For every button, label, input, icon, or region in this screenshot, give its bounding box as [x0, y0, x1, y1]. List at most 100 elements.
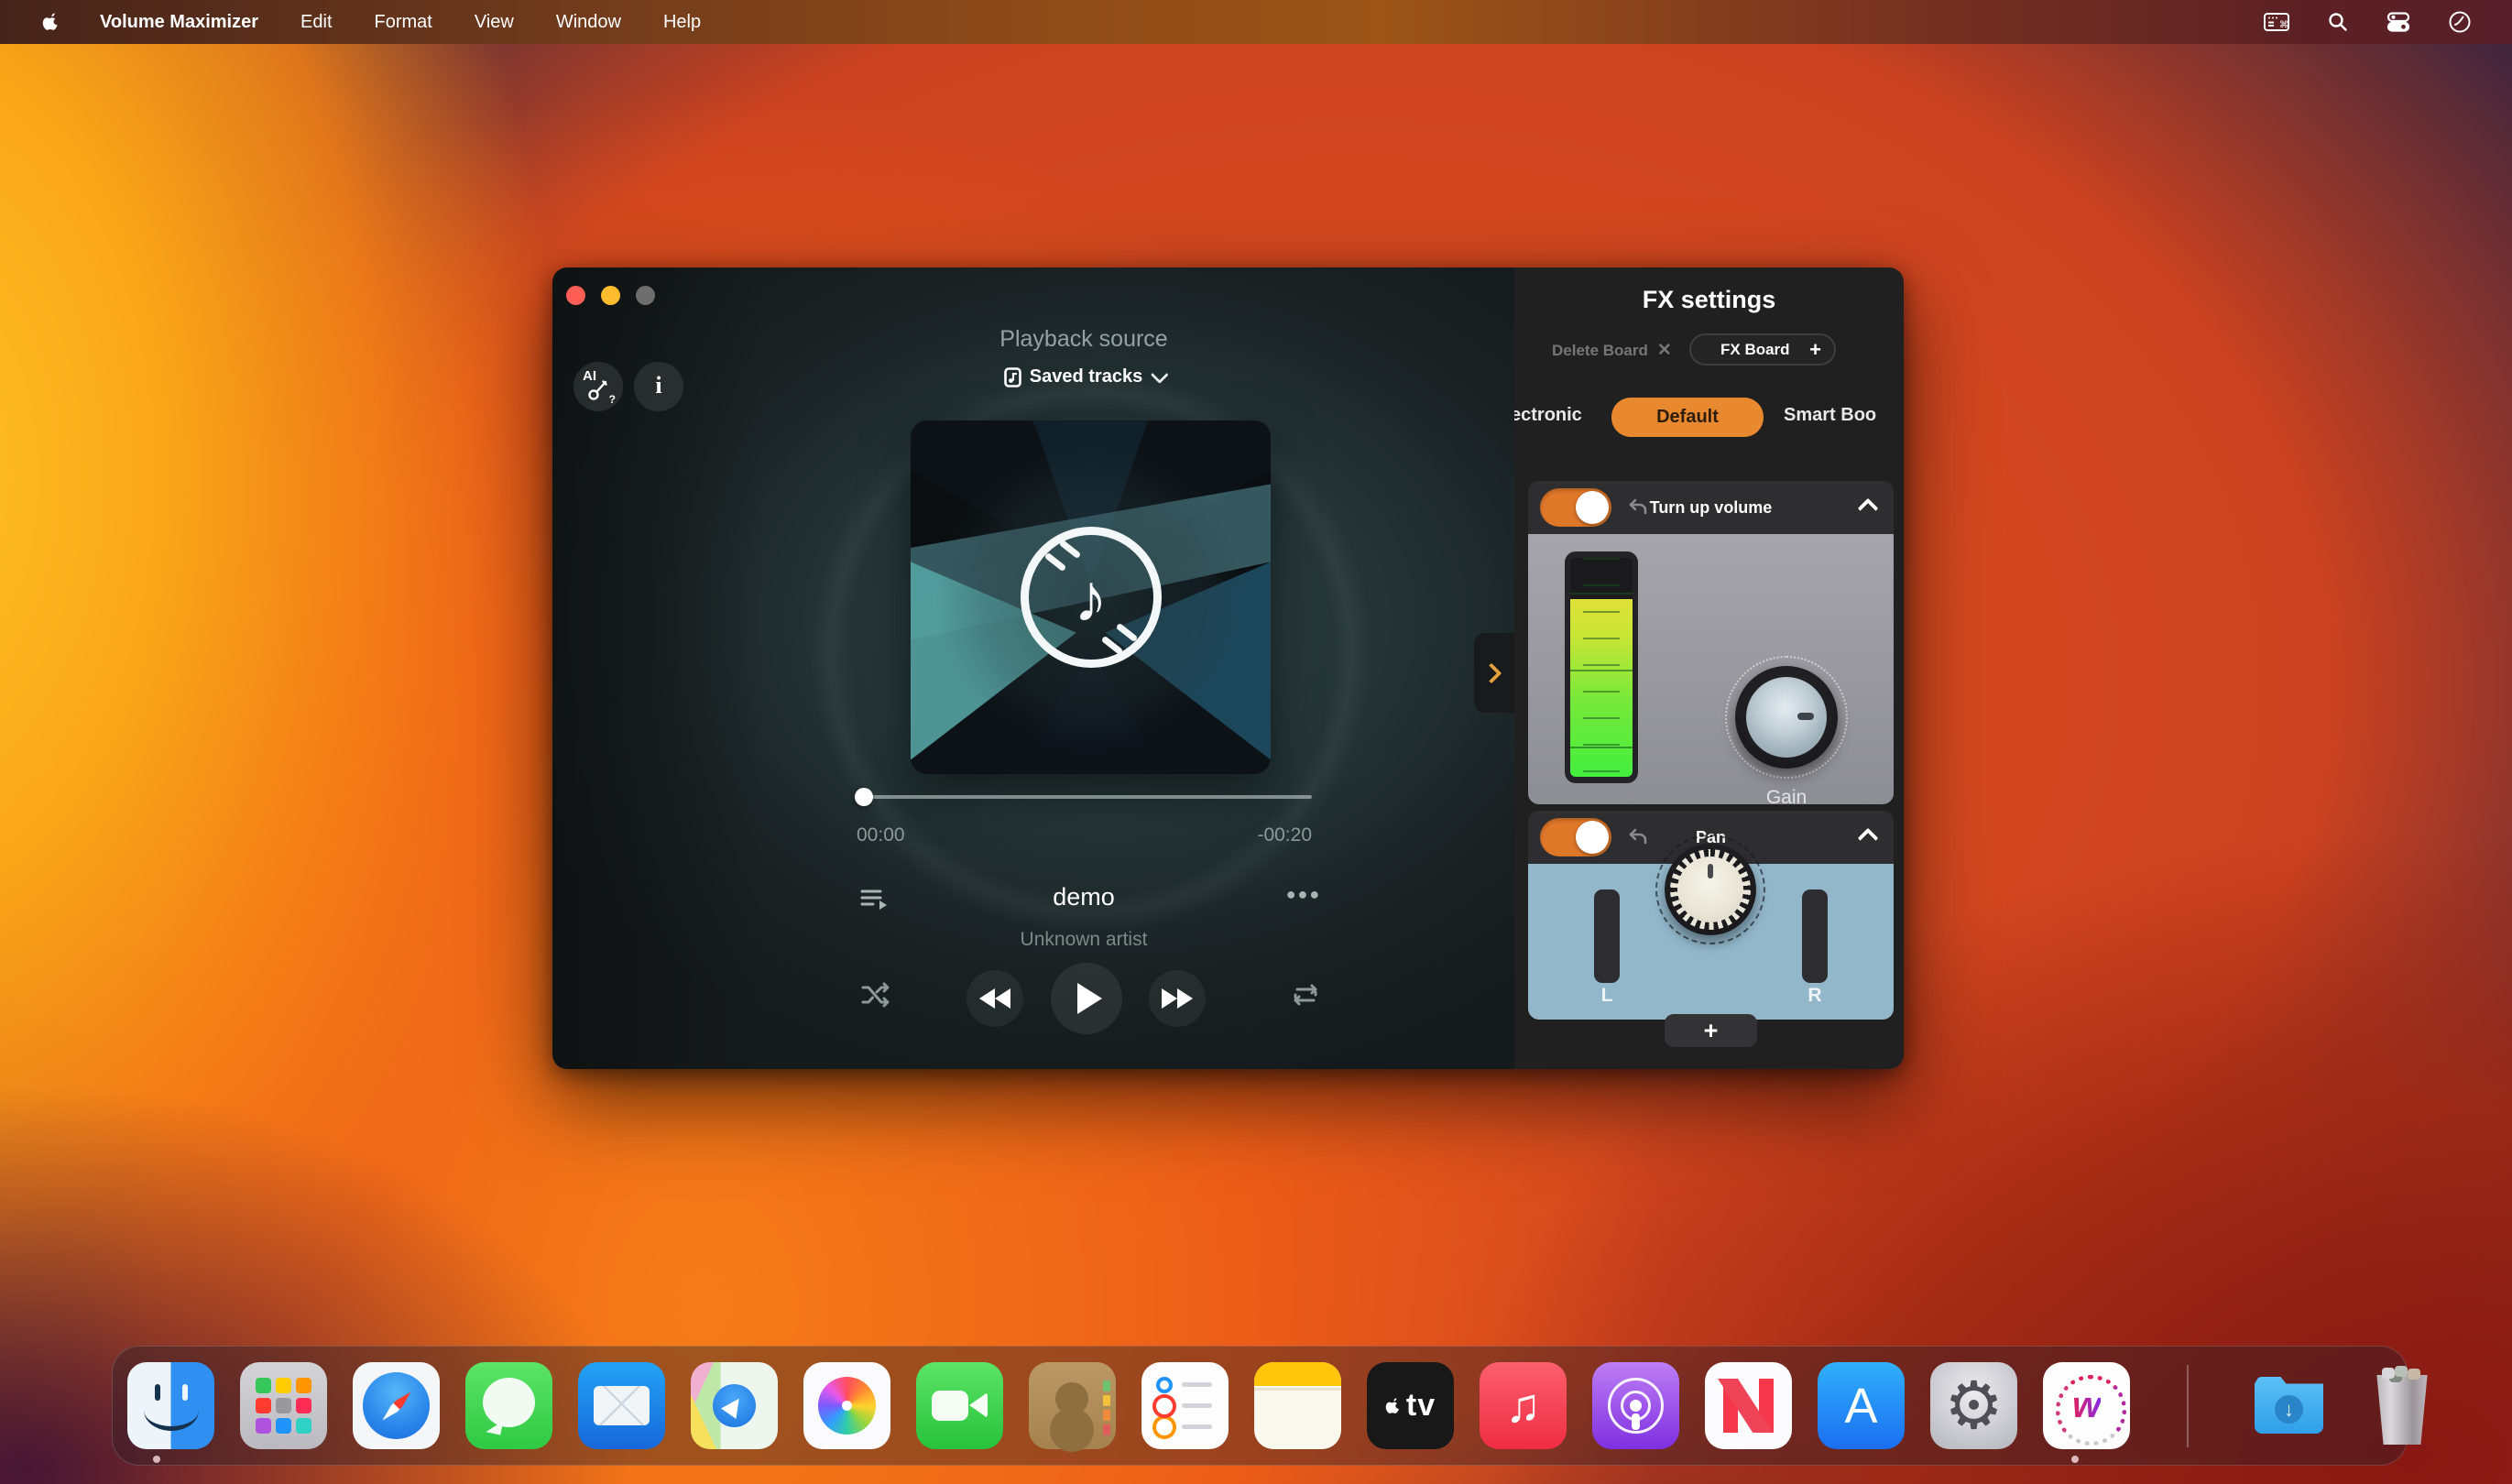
tab-default[interactable]: Default — [1611, 398, 1764, 437]
module-header: Turn up volume — [1528, 481, 1894, 534]
play-button[interactable] — [1051, 963, 1122, 1034]
module-title: Turn up volume — [1528, 481, 1894, 534]
dock-item-news[interactable] — [1705, 1362, 1792, 1449]
time-remaining: -00:20 — [1257, 824, 1312, 846]
running-indicator-volume-maximizer — [2071, 1456, 2079, 1463]
dock-item-safari[interactable] — [353, 1362, 440, 1449]
seek-bar[interactable] — [857, 790, 1312, 804]
more-options-button[interactable]: ●●● — [1282, 885, 1326, 904]
time-elapsed: 00:00 — [857, 824, 905, 846]
gear-icon: ⚙ — [1944, 1373, 2004, 1439]
next-button[interactable] — [1149, 970, 1206, 1027]
dock-item-downloads[interactable] — [2245, 1362, 2332, 1449]
dock-item-messages[interactable] — [465, 1362, 552, 1449]
fx-panel-title: FX settings — [1514, 286, 1904, 314]
dock-item-contacts[interactable] — [1029, 1362, 1116, 1449]
transport-controls — [552, 956, 1514, 1048]
pan-right-label: R — [1802, 985, 1828, 1007]
clock-icon[interactable] — [2448, 10, 2472, 34]
seek-thumb[interactable] — [855, 788, 873, 806]
source-selector[interactable]: Saved tracks — [653, 366, 1514, 387]
dock-item-mail[interactable] — [578, 1362, 665, 1449]
dock-item-apple-tv[interactable]: tv — [1367, 1362, 1454, 1449]
dock-item-launchpad[interactable] — [240, 1362, 327, 1449]
close-button[interactable] — [566, 286, 585, 305]
pan-right-bar — [1802, 889, 1828, 983]
dock-item-volume-maximizer[interactable]: w — [2043, 1362, 2130, 1449]
shuffle-button[interactable] — [860, 981, 890, 1013]
chevron-down-icon — [1151, 366, 1169, 384]
player-pane: AI ? i Playback source Saved tracks — [552, 267, 1514, 1069]
dock-item-music[interactable]: ♫ — [1480, 1362, 1567, 1449]
dock-item-facetime[interactable] — [916, 1362, 1003, 1449]
dock-divider — [2187, 1365, 2189, 1447]
music-note-glyph: ♪ — [1029, 559, 1153, 637]
control-center-icon[interactable] — [2386, 11, 2411, 33]
keyboard-icon[interactable]: ⌘ — [2263, 11, 2290, 33]
dock-item-app-store[interactable]: A — [1818, 1362, 1905, 1449]
ai-button-question: ? — [609, 393, 616, 406]
dock-item-podcasts[interactable] — [1592, 1362, 1679, 1449]
apple-menu-icon[interactable] — [42, 11, 61, 33]
gain-label: Gain — [1735, 787, 1838, 809]
dock-item-system-settings[interactable]: ⚙ — [1930, 1362, 2017, 1449]
volume-module-body: Gain — [1528, 534, 1894, 804]
dock: tv ♫ A ⚙ w — [112, 1346, 2408, 1466]
desktop: Volume Maximizer Edit Format View Window… — [0, 0, 2512, 1484]
ai-assistant-button[interactable]: AI ? — [573, 362, 623, 411]
menu-item-edit[interactable]: Edit — [300, 12, 332, 33]
module-pan: Pan L R — [1528, 811, 1894, 1021]
zoom-button[interactable] — [636, 286, 655, 305]
gain-knob[interactable] — [1735, 666, 1838, 769]
search-icon[interactable] — [2327, 11, 2349, 33]
playback-source-label: Playback source — [653, 326, 1514, 353]
source-selector-label: Saved tracks — [1030, 366, 1142, 387]
pan-knob[interactable] — [1665, 844, 1756, 935]
guitar-icon — [586, 378, 610, 402]
dock-item-photos[interactable] — [803, 1362, 890, 1449]
delete-board-label: Delete Board — [1552, 342, 1648, 360]
fx-drawer-handle[interactable] — [1474, 633, 1514, 713]
dock-item-notes[interactable] — [1254, 1362, 1341, 1449]
album-art: ♪ — [911, 420, 1271, 774]
repeat-button[interactable] — [1290, 981, 1321, 1013]
music-note-icon: ♫ — [1505, 1379, 1541, 1434]
minimize-button[interactable] — [601, 286, 620, 305]
seek-track[interactable] — [857, 795, 1312, 799]
info-button-label: i — [655, 372, 661, 398]
menu-item-format[interactable]: Format — [375, 12, 432, 33]
menu-item-help[interactable]: Help — [663, 12, 701, 33]
music-note-badge-icon: ♪ — [1021, 527, 1162, 668]
add-effect-label: + — [1704, 1017, 1719, 1044]
add-board-icon[interactable]: + — [1809, 338, 1821, 362]
app-window: AI ? i Playback source Saved tracks — [552, 267, 1904, 1069]
info-button[interactable]: i — [634, 362, 683, 411]
dock-item-trash[interactable] — [2358, 1362, 2445, 1449]
app-store-icon: A — [1844, 1378, 1877, 1435]
close-icon: ✕ — [1657, 340, 1672, 361]
volume-maximizer-logo-icon: w — [2072, 1385, 2101, 1426]
tab-smart-boost[interactable]: Smart Boo — [1784, 405, 1876, 426]
preset-tabs: ectronic Default Smart Boo — [1514, 398, 1904, 438]
module-turn-up-volume: Turn up volume — [1528, 481, 1894, 804]
dock-item-finder[interactable] — [127, 1362, 214, 1449]
saved-tracks-icon — [1004, 367, 1021, 387]
svg-text:⌘: ⌘ — [2279, 20, 2288, 30]
menu-item-view[interactable]: View — [475, 12, 514, 33]
dock-item-reminders[interactable] — [1141, 1362, 1229, 1449]
running-indicator-finder — [153, 1456, 160, 1463]
menu-app-name[interactable]: Volume Maximizer — [100, 12, 258, 33]
tab-electronic[interactable]: ectronic — [1514, 405, 1582, 426]
dock-item-maps[interactable] — [691, 1362, 778, 1449]
pan-left-label: L — [1594, 985, 1620, 1007]
menu-item-window[interactable]: Window — [556, 12, 621, 33]
fx-panel: FX settings Delete Board ✕ FX Board + ec… — [1514, 267, 1904, 1069]
pan-left-bar — [1594, 889, 1620, 983]
fx-board-label: FX Board — [1720, 341, 1790, 359]
pan-module-body: L R — [1528, 864, 1894, 1020]
fx-board-selector[interactable]: FX Board + — [1689, 333, 1836, 366]
delete-board-button[interactable]: Delete Board ✕ — [1552, 340, 1672, 361]
add-effect-button[interactable]: + — [1665, 1014, 1757, 1047]
window-controls — [566, 286, 655, 305]
previous-button[interactable] — [967, 970, 1023, 1027]
